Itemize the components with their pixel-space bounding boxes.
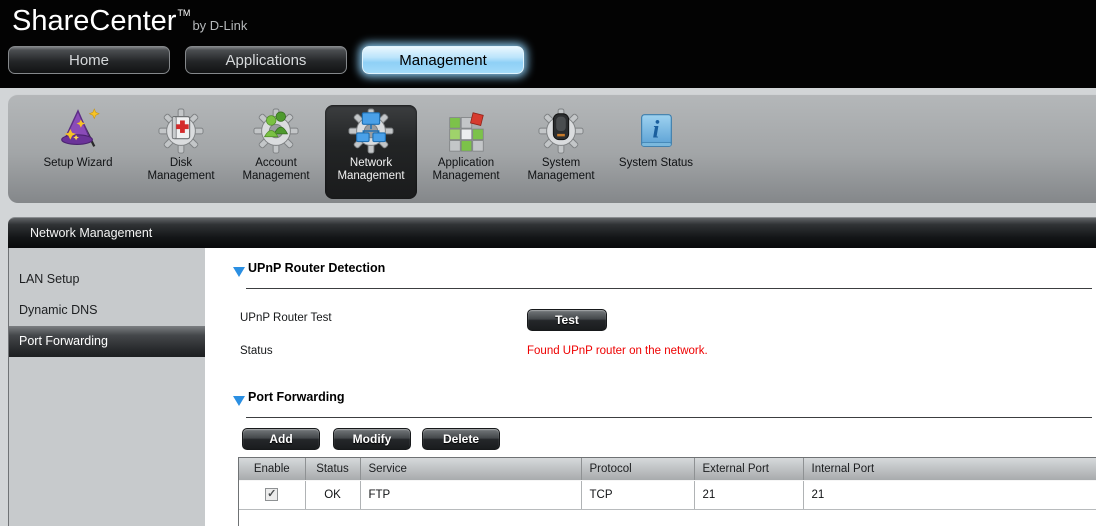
sidebar-item-port-forwarding[interactable]: Port Forwarding bbox=[9, 326, 205, 357]
external-port-cell: 21 bbox=[694, 480, 804, 510]
toolbar-item-label: Account Management bbox=[242, 157, 310, 182]
column-header-external-port: External Port bbox=[694, 458, 804, 481]
section-collapse-triangle-icon[interactable] bbox=[233, 267, 245, 277]
toolbar-item-label: Network Management bbox=[337, 157, 405, 182]
wizard-hat-icon bbox=[61, 108, 100, 147]
gear-network-nodes-icon bbox=[348, 108, 394, 154]
toolbar-item-label: System Status bbox=[618, 157, 694, 169]
section-collapse-triangle-icon[interactable] bbox=[233, 396, 245, 406]
logo-text: ShareCenter bbox=[12, 5, 177, 37]
enable-cell: ✓ bbox=[239, 480, 306, 510]
toolbar-item-account-management[interactable]: Account Management bbox=[230, 105, 322, 199]
test-button[interactable]: Test bbox=[527, 309, 607, 331]
status-label: Status bbox=[240, 345, 273, 357]
gear-device-icon bbox=[538, 108, 584, 154]
toolbar-item-setup-wizard[interactable]: Setup Wizard bbox=[32, 105, 124, 199]
toolbar-item-system-status[interactable]: i System Status bbox=[610, 105, 702, 199]
sidebar-item-dynamic-dns[interactable]: Dynamic DNS bbox=[9, 295, 205, 326]
logo-byline: by D-Link bbox=[192, 18, 248, 33]
info-book-icon: i bbox=[641, 114, 672, 147]
toolbar-item-disk-management[interactable]: Disk Management bbox=[135, 105, 227, 199]
sharecenter-logo: ShareCenter TM by D-Link bbox=[12, 5, 247, 38]
sidebar-item-lan-setup[interactable]: LAN Setup bbox=[9, 264, 205, 295]
app-grid-icon bbox=[449, 112, 484, 152]
gear-users-icon bbox=[253, 108, 299, 154]
column-header-service: Service bbox=[360, 458, 582, 481]
toolbar-item-label: Setup Wizard bbox=[43, 157, 113, 169]
main-content: UPnP Router Detection UPnP Router Test T… bbox=[205, 248, 1096, 526]
column-header-internal-port: Internal Port bbox=[803, 458, 1096, 481]
modify-button[interactable]: Modify bbox=[333, 428, 411, 450]
tab-applications[interactable]: Applications bbox=[185, 46, 347, 74]
toolbar-item-label: Application Management bbox=[432, 157, 500, 182]
gear-first-aid-icon bbox=[158, 108, 204, 154]
enable-checkbox[interactable]: ✓ bbox=[265, 488, 279, 501]
logo-trademark: TM bbox=[177, 8, 191, 18]
sharecenter-window: ShareCenter TM by D-Link Home Applicatio… bbox=[0, 0, 1096, 526]
column-header-enable: Enable bbox=[239, 458, 306, 481]
table-header-row: Enable Status Service Protocol External … bbox=[239, 458, 1096, 481]
upnp-router-test-label: UPnP Router Test bbox=[240, 312, 332, 324]
table-row[interactable]: ✓ OK FTP TCP 21 21 bbox=[239, 480, 1096, 510]
status-value: Found UPnP router on the network. bbox=[527, 345, 708, 357]
protocol-cell: TCP bbox=[581, 480, 695, 510]
add-button[interactable]: Add bbox=[242, 428, 320, 450]
toolbar-item-label: System Management bbox=[527, 157, 595, 182]
tab-home[interactable]: Home bbox=[8, 46, 170, 74]
service-cell: FTP bbox=[360, 480, 582, 510]
app-header: ShareCenter TM by D-Link Home Applicatio… bbox=[0, 0, 1096, 88]
toolbar-item-system-management[interactable]: System Management bbox=[515, 105, 607, 199]
column-header-status: Status bbox=[305, 458, 361, 481]
internal-port-cell: 21 bbox=[803, 480, 1096, 510]
status-cell: OK bbox=[305, 480, 361, 510]
toolbar-item-label: Disk Management bbox=[147, 157, 215, 182]
sidebar: LAN Setup Dynamic DNS Port Forwarding bbox=[8, 248, 205, 526]
tab-management[interactable]: Management bbox=[362, 46, 524, 74]
section-divider bbox=[246, 288, 1092, 289]
section-divider bbox=[246, 417, 1092, 418]
page-title: Network Management bbox=[8, 217, 1096, 248]
column-header-protocol: Protocol bbox=[581, 458, 695, 481]
port-forwarding-table: Enable Status Service Protocol External … bbox=[238, 457, 1096, 526]
management-icon-toolbar: Setup Wizard Disk Management Account Man… bbox=[8, 94, 1096, 203]
section-title-upnp: UPnP Router Detection bbox=[248, 261, 386, 275]
toolbar-item-application-management[interactable]: Application Management bbox=[420, 105, 512, 199]
section-title-port-forwarding: Port Forwarding bbox=[248, 390, 345, 404]
toolbar-item-network-management[interactable]: Network Management bbox=[325, 105, 417, 199]
svg-text:i: i bbox=[653, 117, 660, 144]
delete-button[interactable]: Delete bbox=[422, 428, 500, 450]
